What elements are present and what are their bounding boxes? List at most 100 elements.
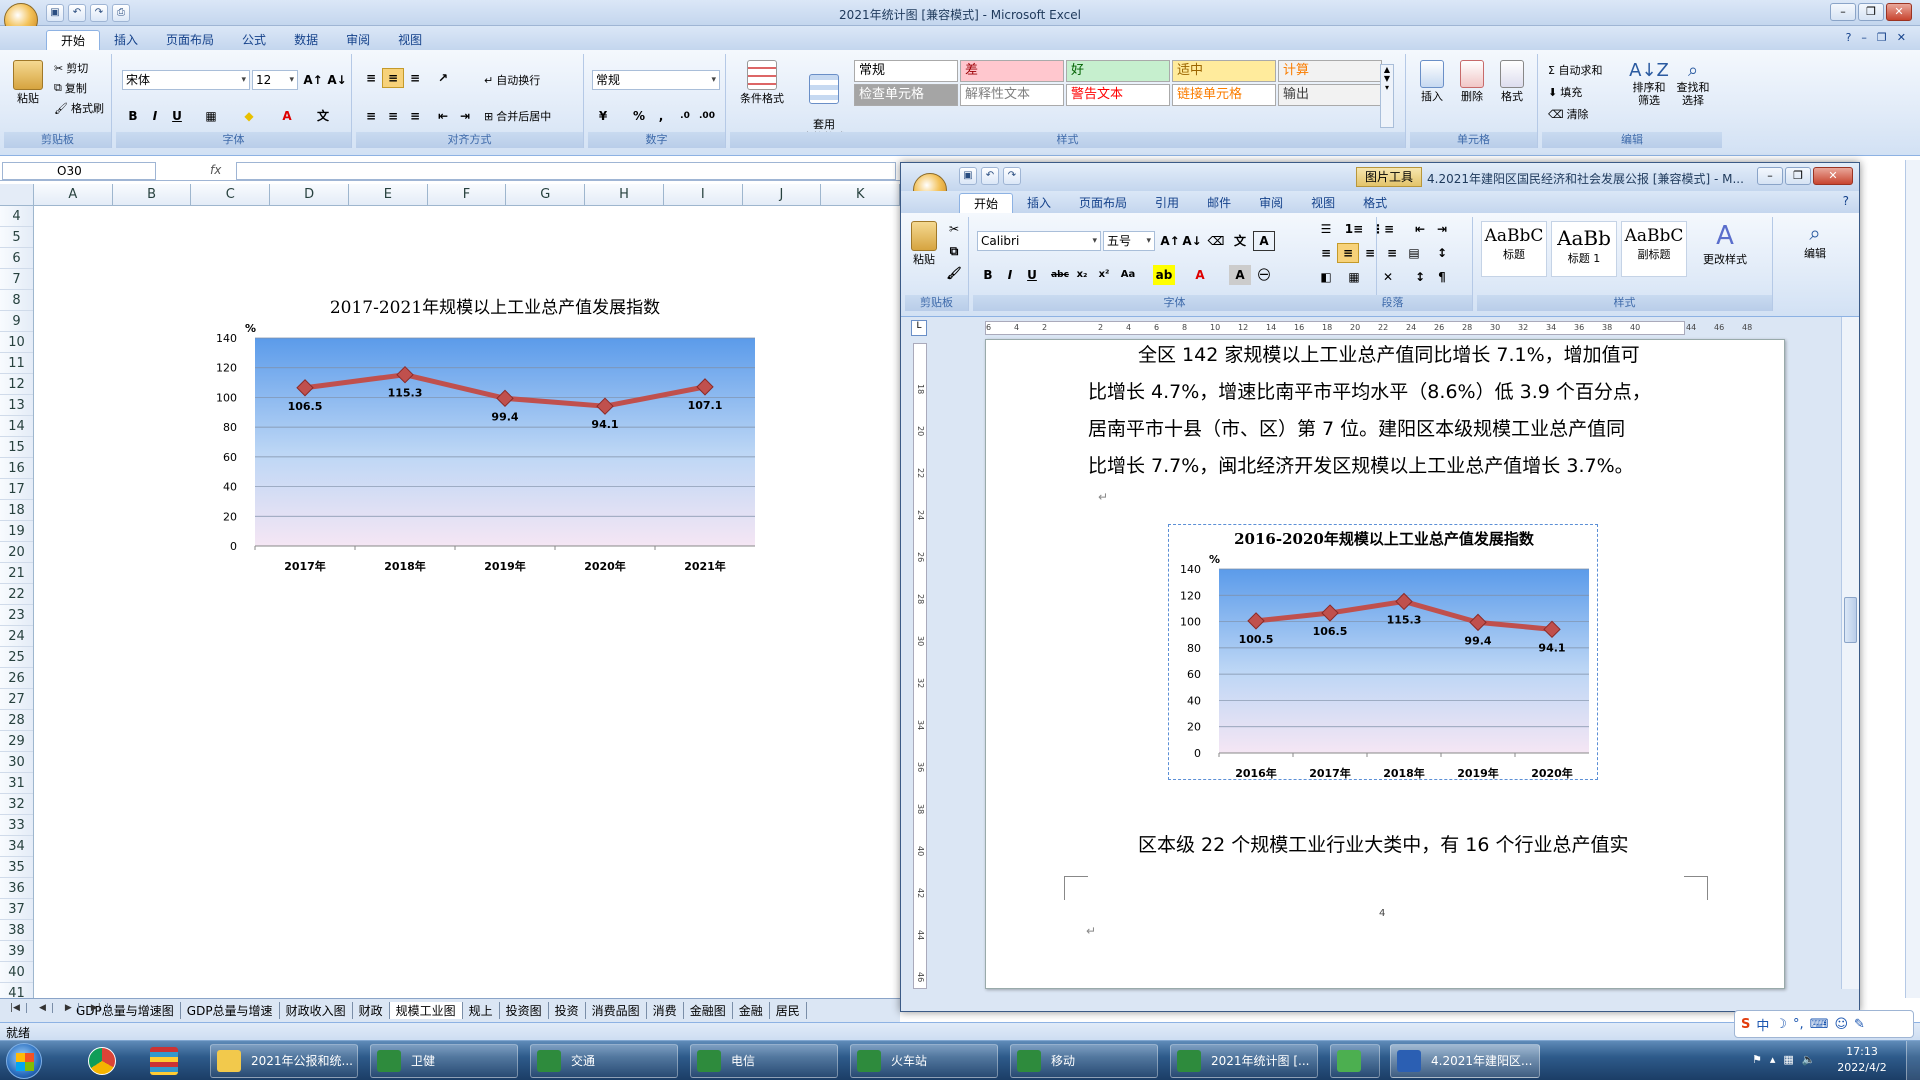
sheet-tab[interactable]: 居民 — [770, 1002, 807, 1019]
column-header[interactable]: A — [34, 184, 113, 205]
taskbar-item[interactable] — [1330, 1044, 1380, 1078]
tab-6[interactable]: 视图 — [384, 30, 436, 50]
word-font-size[interactable]: 五号 — [1103, 231, 1155, 251]
find-select-button[interactable]: ⌕ 查找和 选择 — [1672, 60, 1714, 107]
format-cells-button[interactable]: 格式 — [1494, 60, 1530, 104]
row-header[interactable]: 5 — [0, 227, 33, 248]
row-header[interactable]: 7 — [0, 269, 33, 290]
indent-decrease-icon[interactable]: ⇤ — [432, 106, 454, 126]
row-header[interactable]: 9 — [0, 311, 33, 332]
phonetic-icon[interactable]: 文 — [1229, 231, 1251, 251]
row-header[interactable]: 18 — [0, 500, 33, 521]
increase-decimal-icon[interactable]: .0 — [674, 106, 696, 126]
sort-icon[interactable]: ↕ — [1409, 267, 1431, 287]
merge-center-button[interactable]: ⊞ 合并后居中 — [484, 108, 551, 124]
word-tab-1[interactable]: 插入 — [1013, 193, 1065, 213]
column-header[interactable]: C — [191, 184, 271, 205]
taskbar-item[interactable]: 火车站 — [850, 1044, 998, 1078]
row-header[interactable]: 27 — [0, 689, 33, 710]
column-header[interactable]: D — [270, 184, 349, 205]
row-header[interactable]: 32 — [0, 794, 33, 815]
row-header[interactable]: 22 — [0, 584, 33, 605]
cut-button[interactable]: ✂ 剪切 — [54, 60, 88, 76]
conditional-format-button[interactable]: 条件格式 — [732, 60, 792, 106]
word-font-color-icon[interactable]: A — [1189, 265, 1211, 285]
underline-icon[interactable]: U — [166, 106, 188, 126]
align-left-icon[interactable]: ≡ — [1315, 243, 1337, 263]
volume-icon[interactable]: 🔈 — [1802, 1053, 1816, 1066]
fill-button[interactable]: ⬇ 填充 — [1548, 84, 1582, 100]
ime-toolbar[interactable]: S 中 ☽ °, ⌨ ☺ ✎ — [1734, 1010, 1914, 1038]
italic-icon[interactable]: I — [144, 106, 166, 126]
row-header[interactable]: 23 — [0, 605, 33, 626]
orientation-icon[interactable]: ↗ — [432, 68, 454, 88]
close-button[interactable]: ✕ — [1886, 3, 1912, 21]
excel-chart[interactable]: 2017-2021年规模以上工业总产值发展指数% 0 20 40 60 80 100 120 1… — [215, 292, 775, 592]
taskbar-item[interactable]: 交通 — [530, 1044, 678, 1078]
cell-style-item[interactable]: 计算 — [1278, 60, 1382, 82]
tab-3[interactable]: 公式 — [228, 30, 280, 50]
copy-button[interactable]: ⧉ 复制 — [54, 80, 87, 96]
first-sheet-icon[interactable]: |◀ — [4, 1003, 27, 1013]
delete-cells-button[interactable]: 删除 — [1454, 60, 1490, 104]
numbering-icon[interactable]: 1≡ — [1343, 219, 1365, 239]
column-header[interactable]: G — [506, 184, 586, 205]
quick-style-item[interactable]: AaBb 标题 1 — [1551, 221, 1617, 277]
restore-button[interactable]: ❐ — [1858, 3, 1884, 21]
styles-scroll[interactable]: ▲ ▼ ▾ — [1380, 64, 1394, 128]
format-painter-button[interactable]: 🖌 格式刷 — [54, 100, 104, 116]
font-color-icon[interactable]: A — [276, 106, 298, 126]
excel-vscroll[interactable] — [1905, 160, 1920, 998]
sheet-tab[interactable]: 财政收入图 — [280, 1002, 353, 1019]
cell-style-item[interactable]: 常规 — [854, 60, 958, 82]
align-right-icon[interactable]: ≡ — [1359, 243, 1381, 263]
ribbon-close-icon[interactable]: ✕ — [1897, 31, 1906, 44]
clock[interactable]: 17:13 2022/4/2 — [1830, 1044, 1894, 1076]
cell-style-item[interactable]: 差 — [960, 60, 1064, 82]
cell-style-item[interactable]: 链接单元格 — [1172, 84, 1276, 106]
redo-icon[interactable]: ↷ — [1003, 167, 1021, 185]
font-size-combo[interactable]: 12 — [252, 70, 298, 90]
column-header[interactable]: K — [821, 184, 901, 205]
row-header[interactable]: 37 — [0, 899, 33, 920]
network-icon[interactable]: ▦ — [1783, 1053, 1793, 1066]
row-header[interactable]: 6 — [0, 248, 33, 269]
show-marks-icon[interactable]: ¶ — [1431, 267, 1453, 287]
char-border-icon[interactable]: A — [1253, 231, 1275, 251]
row-header[interactable]: 40 — [0, 962, 33, 983]
row-header[interactable]: 35 — [0, 857, 33, 878]
align-center-icon[interactable]: ≡ — [382, 106, 404, 126]
row-header[interactable]: 36 — [0, 878, 33, 899]
justify-icon[interactable]: ≡ — [1381, 243, 1403, 263]
sheet-tab[interactable]: 投资图 — [500, 1002, 549, 1019]
tray-arrow-icon[interactable]: ▴ — [1770, 1053, 1776, 1066]
cell-style-item[interactable]: 检查单元格 — [854, 84, 958, 106]
fx-icon[interactable]: fx — [210, 163, 221, 177]
sheet-tab[interactable]: 投资 — [549, 1002, 586, 1019]
sort-filter-button[interactable]: A↓Z 排序和 筛选 — [1628, 60, 1670, 107]
sheet-tab[interactable]: 财政 — [353, 1002, 390, 1019]
cell-style-item[interactable]: 好 — [1066, 60, 1170, 82]
show-desktop-button[interactable] — [1906, 1041, 1920, 1081]
sheet-tab[interactable]: 金融图 — [684, 1002, 733, 1019]
minimize-button[interactable]: – — [1830, 3, 1856, 21]
distributed-icon[interactable]: ▤ — [1403, 243, 1425, 263]
tab-0[interactable]: 开始 — [46, 30, 101, 50]
select-all[interactable] — [0, 184, 34, 206]
chrome-icon[interactable] — [88, 1047, 116, 1075]
word-tab-6[interactable]: 视图 — [1297, 193, 1349, 213]
fill-color-icon[interactable]: ◆ — [238, 106, 260, 126]
underline-icon[interactable]: U — [1021, 265, 1043, 285]
line-spacing-icon[interactable]: ↕ — [1431, 243, 1453, 263]
clear-format-icon[interactable]: ⌫ — [1205, 231, 1227, 251]
superscript-icon[interactable]: x² — [1093, 265, 1115, 285]
row-header[interactable]: 33 — [0, 815, 33, 836]
bold-icon[interactable]: B — [977, 265, 999, 285]
decrease-decimal-icon[interactable]: .00 — [696, 106, 718, 126]
shading-icon[interactable]: ◧ — [1315, 267, 1337, 287]
column-header[interactable]: B — [113, 184, 192, 205]
cell-style-item[interactable]: 输出 — [1278, 84, 1382, 106]
number-format-combo[interactable]: 常规 — [592, 70, 720, 90]
row-header[interactable]: 28 — [0, 710, 33, 731]
tab-1[interactable]: 插入 — [100, 30, 152, 50]
